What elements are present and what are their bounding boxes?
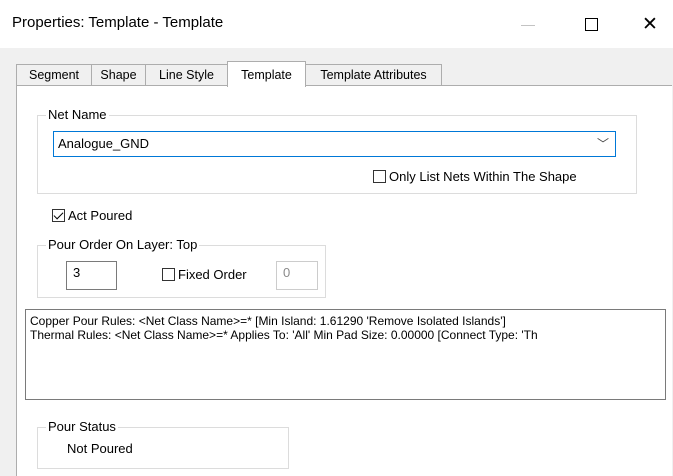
- net-name-value: Analogue_GND: [58, 136, 150, 151]
- net-name-group-label: Net Name: [46, 107, 109, 122]
- tab-line-style[interactable]: Line Style: [145, 64, 228, 85]
- close-icon: ✕: [642, 13, 658, 35]
- chevron-down-icon[interactable]: ﹀: [597, 135, 609, 152]
- maximize-button[interactable]: [568, 0, 614, 48]
- act-poured-box[interactable]: [52, 209, 65, 222]
- copper-pour-rules-line: Copper Pour Rules: <Net Class Name>=* [M…: [30, 314, 506, 328]
- act-poured-label: Act Poured: [68, 208, 133, 223]
- net-name-combo[interactable]: Analogue_GND ﹀: [53, 131, 616, 157]
- minimize-icon: —: [521, 16, 535, 32]
- tab-template-attributes[interactable]: Template Attributes: [305, 64, 442, 85]
- minimize-button[interactable]: —: [505, 0, 551, 48]
- fixed-order-input[interactable]: 0: [276, 261, 318, 290]
- fixed-order-label: Fixed Order: [178, 267, 247, 282]
- fixed-order-box[interactable]: [162, 268, 175, 281]
- pour-order-group-label: Pour Order On Layer: Top: [46, 237, 200, 252]
- thermal-rules-line: Thermal Rules: <Net Class Name>=* Applie…: [30, 328, 538, 342]
- pour-status-value: Not Poured: [67, 441, 133, 456]
- only-list-nets-box[interactable]: [373, 170, 386, 183]
- only-list-nets-checkbox[interactable]: Only List Nets Within The Shape: [373, 169, 577, 184]
- maximize-icon: [584, 17, 598, 31]
- act-poured-checkbox[interactable]: Act Poured: [52, 208, 132, 223]
- tab-template[interactable]: Template: [227, 61, 306, 87]
- only-list-nets-label: Only List Nets Within The Shape: [389, 169, 577, 184]
- close-button[interactable]: ✕: [627, 0, 673, 48]
- pour-rules-box[interactable]: Copper Pour Rules: <Net Class Name>=* [M…: [25, 309, 666, 400]
- pour-status-group-label: Pour Status: [46, 419, 118, 434]
- title-bar: Properties: Template - Template — ✕: [0, 0, 673, 48]
- fixed-order-checkbox[interactable]: Fixed Order: [162, 267, 247, 282]
- window-title: Properties: Template - Template: [12, 14, 224, 31]
- pour-order-input[interactable]: 3: [66, 261, 117, 290]
- tab-shape[interactable]: Shape: [91, 64, 146, 85]
- tab-segment[interactable]: Segment: [16, 64, 92, 85]
